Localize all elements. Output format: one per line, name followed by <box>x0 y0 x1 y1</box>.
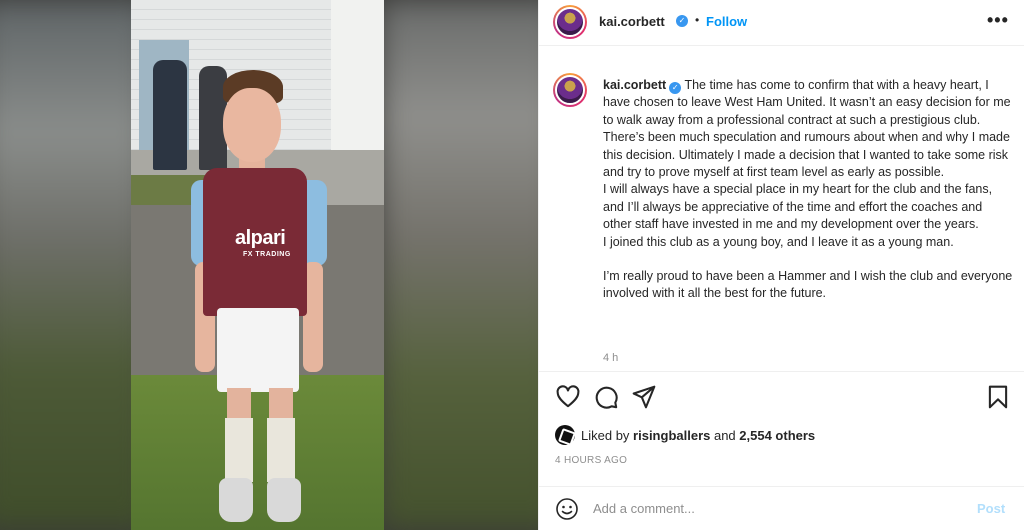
posted-timestamp[interactable]: 4 HOURS AGO <box>555 455 627 466</box>
caption-paragraph-2: I will always have a special place in my… <box>603 182 993 232</box>
caption-username[interactable]: kai.corbett <box>603 78 666 92</box>
more-icon[interactable]: ••• <box>987 10 1009 31</box>
photo-boy-sock <box>225 418 253 482</box>
verified-icon: ✓ <box>669 82 682 94</box>
post-side-panel: kai.corbett ✓ • Follow ••• kai.corbett ✓ … <box>538 0 1024 530</box>
photo-boy-sock <box>267 418 295 482</box>
likes-text: Liked by risingballers and 2,554 others <box>581 428 815 443</box>
photo-boy-head <box>223 88 281 162</box>
photo-shirt-sponsor: alpari <box>235 227 286 249</box>
action-bar <box>539 371 1024 421</box>
caption-paragraph-4: I’m really proud to have been a Hammer a… <box>603 269 1013 301</box>
post-header: kai.corbett ✓ • Follow ••• <box>539 0 1024 46</box>
header-separator: • <box>695 13 700 27</box>
photo-boy-boot <box>267 478 301 522</box>
post-comment-button[interactable]: Post <box>977 501 1005 516</box>
caption-paragraph-1: The time has come to confirm that with a… <box>603 78 1011 180</box>
liker-avatar[interactable] <box>555 425 575 445</box>
share-icon[interactable] <box>631 384 657 410</box>
post-photo[interactable]: alpari FX TRADING <box>131 0 384 530</box>
caption-paragraph: kai.corbett ✓ The time has come to confir… <box>603 77 1013 181</box>
bookmark-icon[interactable] <box>985 384 1011 410</box>
heart-icon[interactable] <box>555 384 581 410</box>
emoji-icon[interactable] <box>555 497 579 521</box>
avatar[interactable] <box>553 5 587 39</box>
comment-icon[interactable] <box>593 384 619 410</box>
blurred-background-left <box>0 0 150 530</box>
photo-boy-shorts <box>217 308 299 392</box>
photo-grass <box>131 375 384 530</box>
caption-avatar[interactable] <box>553 73 587 107</box>
photo-boy-leg <box>269 388 293 422</box>
follow-button[interactable]: Follow <box>706 14 747 29</box>
post-media[interactable]: alpari FX TRADING <box>0 0 538 530</box>
verified-icon: ✓ <box>676 15 688 27</box>
photo-boy-boot <box>219 478 253 522</box>
blurred-background-right <box>380 0 538 530</box>
likes-middle: and <box>710 428 740 443</box>
likes-count[interactable]: 2,554 others <box>739 428 815 443</box>
caption-paragraph-3: I joined this club as a young boy, and I… <box>603 234 954 249</box>
comment-input[interactable]: Add a comment... <box>593 501 695 516</box>
liker-username[interactable]: risingballers <box>633 428 710 443</box>
caption-age[interactable]: 4 h <box>603 352 618 364</box>
photo-shirt-sponsor-sub: FX TRADING <box>243 251 291 258</box>
comment-bar: Add a comment... Post <box>539 486 1024 530</box>
caption-text: kai.corbett ✓ The time has come to confir… <box>603 77 1013 303</box>
likes-prefix: Liked by <box>581 428 634 443</box>
header-username[interactable]: kai.corbett <box>599 14 665 29</box>
caption-section: kai.corbett ✓ The time has come to confir… <box>539 60 1024 370</box>
photo-boy-leg <box>227 388 251 422</box>
photo-background-person <box>153 60 187 170</box>
